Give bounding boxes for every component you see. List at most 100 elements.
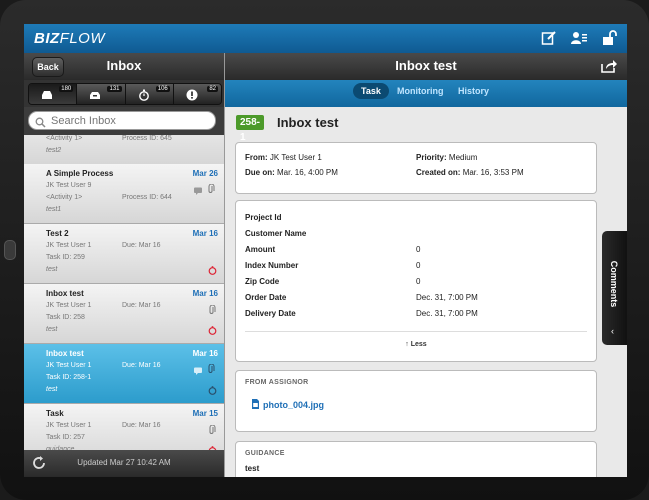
app-screen: BIZFLOW Back Inbox 180 131 106 82 Search… bbox=[24, 24, 627, 477]
field-label: Customer Name bbox=[245, 229, 307, 238]
item-date: Mar 16 bbox=[192, 349, 218, 358]
unlock-icon[interactable] bbox=[601, 30, 617, 46]
filter-count: 131 bbox=[107, 86, 122, 92]
item-due: Due: Mar 16 bbox=[122, 422, 161, 429]
inbox-list: <Activity 1> Process ID: 645 test2 A Sim… bbox=[24, 135, 224, 450]
filter-tray[interactable]: 131 bbox=[77, 84, 126, 104]
list-item[interactable]: <Activity 1> Process ID: 645 test2 bbox=[24, 135, 224, 165]
filter-count: 106 bbox=[155, 86, 170, 92]
file-icon bbox=[252, 399, 259, 409]
tab-monitoring[interactable]: Monitoring bbox=[397, 86, 444, 96]
inbox-icon bbox=[41, 88, 53, 100]
item-due: Due: Mar 16 bbox=[122, 242, 161, 249]
user-list-icon[interactable] bbox=[571, 30, 587, 46]
detail-title: Inbox test bbox=[395, 58, 457, 73]
comments-drawer-tab[interactable]: Comments ‹ bbox=[602, 231, 627, 345]
field-value: Dec. 31, 7:00 PM bbox=[416, 309, 478, 318]
list-item[interactable]: Task Mar 15 JK Test User 1 Task ID: 257 … bbox=[24, 404, 224, 450]
list-item-selected[interactable]: Inbox test Mar 16 JK Test User 1 Task ID… bbox=[24, 344, 224, 404]
inbox-title: Inbox bbox=[106, 58, 142, 73]
priority-value: Medium bbox=[448, 153, 478, 162]
tab-history[interactable]: History bbox=[458, 86, 489, 96]
item-date: Mar 15 bbox=[192, 409, 218, 418]
item-task-id: Task ID: 258-1 bbox=[46, 374, 92, 381]
due-label: Due on: bbox=[245, 168, 275, 177]
comment-icon bbox=[194, 182, 202, 195]
share-icon[interactable] bbox=[601, 59, 617, 73]
item-title: Inbox test bbox=[46, 289, 84, 298]
item-process-id: Process ID: 644 bbox=[122, 194, 172, 201]
from-assignor-card: FROM ASSIGNOR photo_004.jpg bbox=[235, 370, 597, 432]
item-note: test bbox=[46, 266, 58, 273]
alert-icon bbox=[186, 88, 198, 101]
item-activity: <Activity 1> bbox=[46, 135, 83, 142]
item-title: A Simple Process bbox=[46, 169, 114, 178]
item-date: Mar 16 bbox=[192, 229, 218, 238]
inbox-pane: Back Inbox 180 131 106 82 Search Inbox <… bbox=[24, 53, 225, 477]
item-activity: <Activity 1> bbox=[46, 194, 83, 201]
inbox-header: Back Inbox bbox=[24, 53, 224, 80]
task-title: Inbox test bbox=[277, 115, 339, 130]
from-row: From: JK Test User 1 bbox=[245, 153, 322, 162]
search-input[interactable] bbox=[51, 112, 211, 129]
item-note: test bbox=[46, 386, 58, 393]
bizflow-logo: BIZFLOW bbox=[34, 30, 105, 47]
list-item[interactable]: Inbox test Mar 16 JK Test User 1 Task ID… bbox=[24, 284, 224, 344]
field-label: Delivery Date bbox=[245, 309, 296, 318]
item-note: test1 bbox=[46, 206, 62, 213]
created-row: Created on: Mar. 16, 3:53 PM bbox=[416, 168, 524, 177]
item-date: Mar 26 bbox=[192, 169, 218, 178]
field-label: Amount bbox=[245, 245, 276, 254]
less-toggle[interactable]: ↑ Less bbox=[236, 341, 596, 348]
paperclip-icon bbox=[208, 302, 216, 314]
filter-bar: 180 131 106 82 bbox=[24, 80, 224, 107]
filter-alert[interactable]: 82 bbox=[173, 84, 221, 104]
item-user: JK Test User 1 bbox=[46, 422, 92, 429]
compose-icon[interactable] bbox=[541, 30, 557, 46]
task-summary-card: From: JK Test User 1 Due on: Mar. 16, 4:… bbox=[235, 142, 597, 194]
tray-icon bbox=[89, 88, 101, 100]
priority-row: Priority: Medium bbox=[416, 153, 477, 162]
item-process-id: Process ID: 645 bbox=[122, 135, 172, 142]
overdue-timer-icon bbox=[208, 322, 217, 335]
section-title: FROM ASSIGNOR bbox=[245, 379, 309, 386]
item-date: Mar 16 bbox=[192, 289, 218, 298]
due-value: Mar. 16, 4:00 PM bbox=[277, 168, 338, 177]
item-task-id: Task ID: 258 bbox=[46, 314, 85, 321]
priority-label: Priority: bbox=[416, 153, 447, 162]
item-user: JK Test User 1 bbox=[46, 362, 92, 369]
from-label: From: bbox=[245, 153, 268, 162]
inbox-footer: Updated Mar 27 10:42 AM bbox=[24, 450, 224, 477]
updated-timestamp: Updated Mar 27 10:42 AM bbox=[77, 458, 171, 467]
attachment-name: photo_004.jpg bbox=[263, 400, 325, 410]
field-value: 0 bbox=[416, 277, 421, 286]
guidance-card: GUIDANCE test bbox=[235, 441, 597, 477]
chevron-left-icon: ‹ bbox=[611, 326, 614, 336]
item-task-id: Task ID: 259 bbox=[46, 254, 85, 261]
list-item[interactable]: A Simple Process Mar 26 JK Test User 9 <… bbox=[24, 164, 224, 224]
tab-task[interactable]: Task bbox=[353, 83, 389, 99]
task-detail-pane: Inbox test Task Monitoring History 258-1… bbox=[225, 53, 627, 477]
search-bar bbox=[24, 107, 224, 135]
comment-icon bbox=[194, 362, 202, 375]
created-label: Created on: bbox=[416, 168, 461, 177]
from-value: JK Test User 1 bbox=[269, 153, 322, 162]
device-side-button bbox=[4, 240, 16, 260]
task-id-badge: 258-1 bbox=[236, 115, 265, 143]
filter-inbox[interactable]: 180 bbox=[29, 84, 78, 104]
list-item[interactable]: Test 2 Mar 16 JK Test User 1 Task ID: 25… bbox=[24, 224, 224, 284]
created-value: Mar. 16, 3:53 PM bbox=[462, 168, 524, 177]
item-note: test bbox=[46, 326, 58, 333]
paperclip-icon bbox=[207, 181, 215, 193]
item-user: JK Test User 9 bbox=[46, 182, 92, 189]
search-field[interactable] bbox=[28, 111, 216, 130]
attachment-link[interactable]: photo_004.jpg bbox=[252, 399, 325, 410]
field-value: Dec. 31, 7:00 PM bbox=[416, 293, 478, 302]
app-top-bar: BIZFLOW bbox=[24, 24, 627, 53]
field-label: Index Number bbox=[245, 261, 299, 270]
paperclip-icon bbox=[208, 422, 216, 434]
paperclip-icon bbox=[207, 361, 215, 373]
filter-timer[interactable]: 106 bbox=[125, 84, 174, 104]
item-user: JK Test User 1 bbox=[46, 242, 92, 249]
task-fields-card: Project Id Customer Name Amount 0 Index … bbox=[235, 200, 597, 362]
